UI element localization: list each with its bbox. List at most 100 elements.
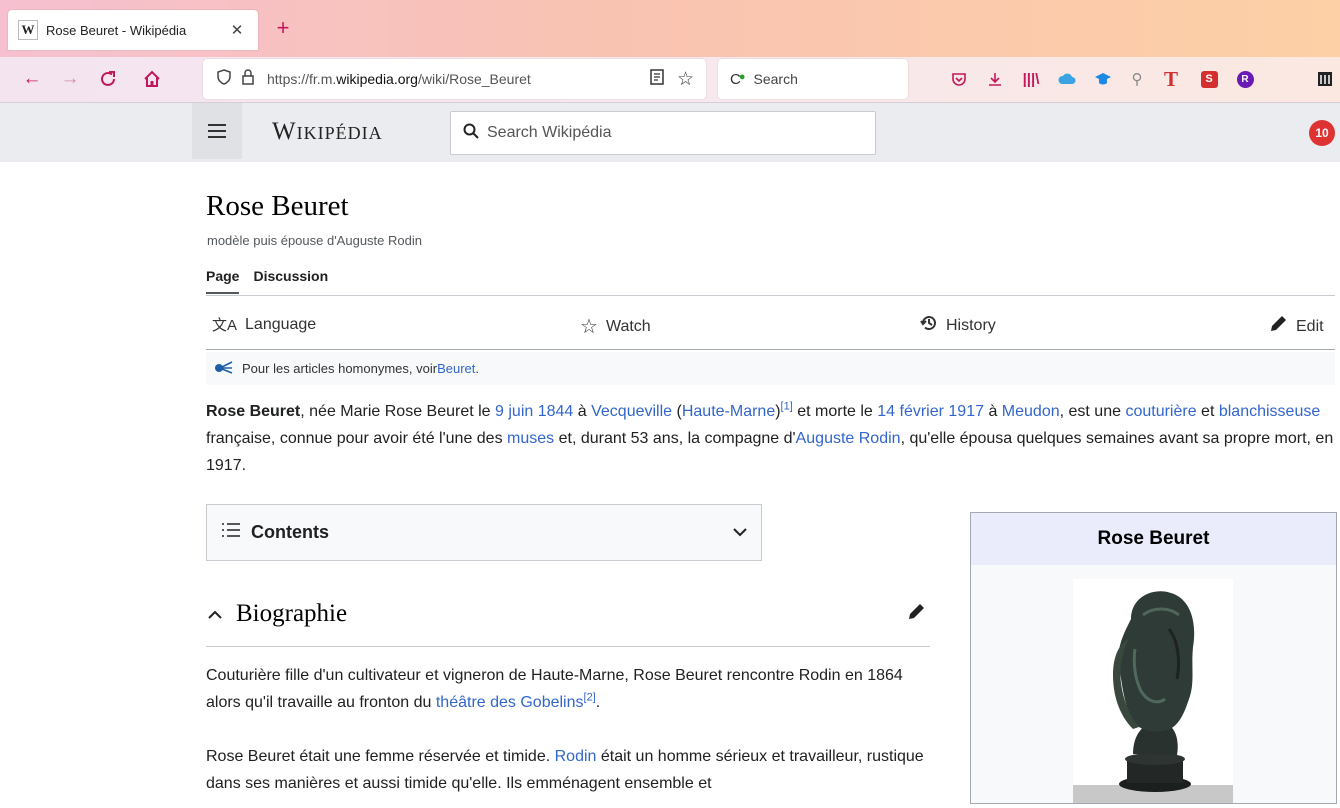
browser-search-bar[interactable]: C● Search xyxy=(718,59,908,99)
tab-discussion[interactable]: Discussion xyxy=(253,268,328,292)
auguste-rodin-link[interactable]: Auguste Rodin xyxy=(796,430,901,447)
infobox: Rose Beuret xyxy=(970,512,1337,804)
language-label: Language xyxy=(245,315,317,333)
page-actions: 文A Language ☆ Watch History Edit xyxy=(206,306,1333,344)
lede-text: à xyxy=(573,403,592,420)
tab-page[interactable]: Page xyxy=(206,268,240,294)
browser-tab[interactable]: W Rose Beuret - Wikipédia ✕ xyxy=(8,10,258,50)
chevron-up-icon xyxy=(208,604,222,625)
section-edit-icon[interactable] xyxy=(906,602,926,627)
section-title: Biographie xyxy=(236,600,348,627)
lede-text: ( xyxy=(672,403,682,420)
browser-search-placeholder: Search xyxy=(753,71,798,87)
muses-link[interactable]: muses xyxy=(507,430,554,447)
translate-icon: 文A xyxy=(212,317,238,334)
edit-button[interactable]: Edit xyxy=(1268,314,1324,339)
watch-button[interactable]: ☆ Watch xyxy=(580,314,651,339)
pin-icon[interactable]: ⚲ xyxy=(1124,66,1150,92)
r-icon[interactable]: R xyxy=(1232,66,1258,92)
history-label: History xyxy=(946,316,996,334)
main-menu-button[interactable] xyxy=(192,103,242,159)
pocket-icon[interactable] xyxy=(946,66,972,92)
divider xyxy=(206,295,1335,296)
wiki-search-input[interactable]: Search Wikipédia xyxy=(450,111,876,155)
meudon-link[interactable]: Meudon xyxy=(1002,403,1060,420)
lock-icon[interactable] xyxy=(237,69,259,89)
beuret-link[interactable]: Beuret xyxy=(437,361,475,376)
wikipedia-favicon-icon: W xyxy=(18,20,38,40)
s-icon[interactable]: S xyxy=(1196,66,1222,92)
browser-tab-bar: W Rose Beuret - Wikipédia ✕ + xyxy=(0,0,1340,57)
graduation-icon[interactable] xyxy=(1090,66,1116,92)
forward-icon[interactable]: → xyxy=(54,63,86,95)
new-tab-button[interactable]: + xyxy=(268,12,298,44)
chevron-down-icon xyxy=(733,524,747,542)
lede-text: et morte le xyxy=(792,403,878,420)
rodin-link[interactable]: Rodin xyxy=(555,748,597,765)
lede-name: Rose Beuret xyxy=(206,403,301,420)
cloud-icon[interactable] xyxy=(1054,66,1080,92)
page-subtitle: modèle puis épouse d'Auguste Rodin xyxy=(207,233,422,248)
list-icon xyxy=(221,522,241,543)
notifications-badge[interactable]: 10 xyxy=(1309,120,1335,146)
home-icon[interactable] xyxy=(136,63,168,95)
lede-text: et xyxy=(1196,403,1219,420)
lede-text: française, connue pour avoir été l'une d… xyxy=(206,430,508,447)
disambiguation-icon xyxy=(214,360,234,377)
bookmark-star-icon[interactable]: ☆ xyxy=(677,68,694,91)
watch-label: Watch xyxy=(605,317,651,335)
paragraph: Rose Beuret était une femme réservée et … xyxy=(206,743,936,797)
lede-text: , née Marie Rose Beuret le xyxy=(300,403,496,420)
lede-text: à xyxy=(984,403,1002,420)
lede-text: et, durant 53 ans, la compagne d' xyxy=(554,430,796,447)
theatre-gobelins-link[interactable]: théâtre des Gobelins xyxy=(436,694,584,711)
paragraph-text: Rose Beuret était une femme réservée et … xyxy=(206,748,555,765)
tab-title: Rose Beuret - Wikipédia xyxy=(46,22,187,38)
edit-label: Edit xyxy=(1296,317,1324,335)
page-tabs: Page Discussion xyxy=(206,268,342,294)
url-text[interactable]: https://fr.m.wikipedia.org/wiki/Rose_Beu… xyxy=(267,71,649,87)
reload-icon[interactable] xyxy=(92,63,124,95)
tab-close-icon[interactable]: ✕ xyxy=(226,21,248,39)
wiki-search-placeholder: Search Wikipédia xyxy=(487,124,612,141)
reader-icon[interactable] xyxy=(649,68,665,90)
language-button[interactable]: 文A Language xyxy=(212,314,316,335)
divider xyxy=(206,349,1335,350)
paragraph-text: . xyxy=(595,694,601,711)
library-icon[interactable]: |||\ xyxy=(1018,66,1044,92)
search-icon xyxy=(463,123,479,144)
history-icon xyxy=(920,314,938,337)
search-engine-icon[interactable]: C● xyxy=(730,71,746,88)
back-icon[interactable]: ← xyxy=(16,63,48,95)
ref-2-link[interactable]: [2] xyxy=(584,692,596,704)
t-icon[interactable]: T xyxy=(1158,66,1184,92)
hamburger-icon xyxy=(208,124,226,138)
hatnote-text: Pour les articles homonymes, voir xyxy=(242,361,438,376)
building-icon[interactable] xyxy=(1312,66,1338,92)
haute-marne-link[interactable]: Haute-Marne xyxy=(682,403,775,420)
star-icon: ☆ xyxy=(580,316,598,338)
infobox-title: Rose Beuret xyxy=(971,513,1336,565)
section-heading-biographie[interactable]: Biographie xyxy=(206,598,930,647)
history-button[interactable]: History xyxy=(920,314,996,337)
lede-text: , est une xyxy=(1059,403,1126,420)
contents-label: Contents xyxy=(251,522,329,542)
contents-toggle[interactable]: Contents xyxy=(206,504,762,561)
paragraph: Couturière fille d'un cultivateur et vig… xyxy=(206,662,936,716)
blanchisseuse-link[interactable]: blanchisseuse xyxy=(1219,403,1320,420)
couturiere-link[interactable]: couturière xyxy=(1125,403,1196,420)
wikipedia-logo[interactable]: Wikipédia xyxy=(272,118,383,146)
pencil-icon xyxy=(1268,314,1288,339)
page-title: Rose Beuret xyxy=(206,190,349,222)
ref-1-link[interactable]: [1] xyxy=(781,401,793,413)
lede-paragraph: Rose Beuret, née Marie Rose Beuret le 9 … xyxy=(206,398,1336,479)
download-icon[interactable] xyxy=(982,66,1008,92)
hatnote-end: . xyxy=(475,361,480,376)
vecqueville-link[interactable]: Vecqueville xyxy=(591,403,672,420)
hatnote: Pour les articles homonymes, voir Beuret… xyxy=(206,352,1335,385)
bust-image[interactable] xyxy=(1073,579,1233,803)
death-date-link[interactable]: 14 février 1917 xyxy=(877,403,984,420)
date-link[interactable]: 9 juin 1844 xyxy=(495,403,573,420)
url-bar[interactable]: https://fr.m.wikipedia.org/wiki/Rose_Beu… xyxy=(203,59,706,99)
shield-icon[interactable] xyxy=(213,69,235,89)
